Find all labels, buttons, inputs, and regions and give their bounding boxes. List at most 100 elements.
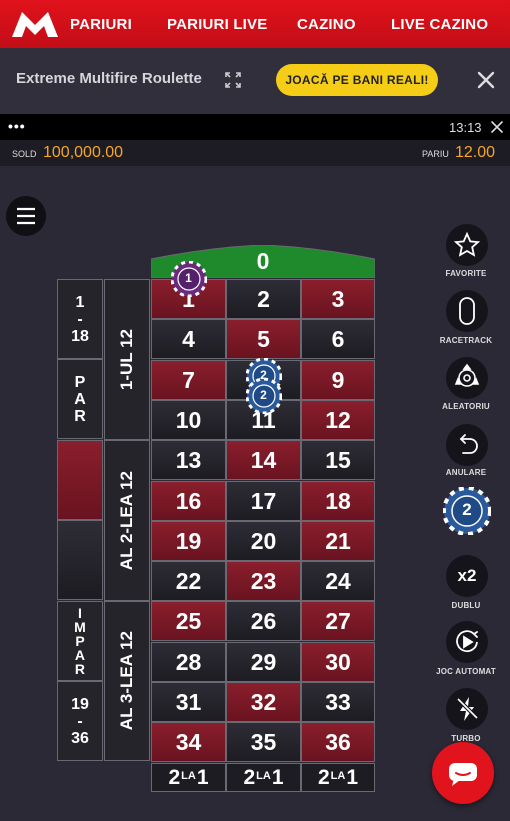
bet-label-char: 19 [71, 695, 89, 713]
autoplay-button[interactable] [446, 621, 488, 663]
number-cell[interactable]: 30 [301, 642, 375, 682]
nav-pariuri[interactable]: PARIURI [70, 16, 132, 33]
column-1-ratio-right: 1 [196, 765, 209, 789]
bet-label-char: R [74, 407, 86, 425]
number-cell[interactable]: 31 [151, 682, 226, 722]
random-bet-button[interactable] [446, 357, 488, 399]
number-cell[interactable]: 7 [151, 360, 226, 400]
selected-chip-value: 2 [462, 500, 472, 519]
column-3-ratio-mid: LA [330, 769, 346, 782]
number-cell[interactable]: 12 [301, 400, 375, 440]
bet-column-1[interactable]: 2 LA 1 [151, 763, 226, 792]
clock: 13:13 [449, 120, 482, 135]
column-1-ratio-mid: LA [181, 769, 196, 782]
autoplay-icon [456, 630, 478, 653]
number-cell[interactable]: 15 [301, 440, 375, 480]
column-2-ratio-left: 2 [243, 765, 256, 789]
undo-button[interactable] [446, 424, 488, 466]
racetrack-icon [459, 297, 475, 325]
bet-red[interactable] [57, 440, 103, 520]
chat-button[interactable] [432, 742, 494, 804]
nav-pariuri-live[interactable]: PARIURI LIVE [167, 16, 267, 33]
number-cell[interactable]: 16 [151, 481, 226, 521]
bet-high-19-36[interactable]: 19-36 [57, 681, 103, 761]
number-cell[interactable]: 19 [151, 521, 226, 561]
number-cell[interactable]: 27 [301, 601, 375, 641]
number-cell[interactable]: 32 [226, 682, 301, 722]
close-game-icon[interactable] [491, 121, 503, 133]
play-real-money-button[interactable]: JOACĂ PE BANI REALI! [276, 64, 438, 96]
chat-icon [449, 763, 477, 786]
number-cell[interactable]: 3 [301, 279, 375, 319]
number-cell[interactable]: 28 [151, 642, 226, 682]
undo-icon [459, 434, 478, 454]
bet-low-label: 1-18 [71, 294, 89, 345]
bet-odd[interactable]: IMPAR [57, 601, 103, 681]
app-root: { "nav": { "items": ["PARIURI", "PARIURI… [0, 0, 510, 821]
brand-logo[interactable] [10, 9, 60, 39]
bet-label-char: - [77, 712, 83, 730]
chip-icon[interactable]: 2 [245, 377, 282, 415]
nav-live-cazino[interactable]: LIVE CAZINO [391, 16, 488, 33]
favorite-button[interactable] [446, 224, 488, 266]
expand-icon[interactable] [225, 72, 241, 88]
bet-even[interactable]: PAR [57, 359, 103, 439]
star-icon [453, 231, 481, 257]
number-cell[interactable]: 6 [301, 319, 375, 359]
bet-dozen-1[interactable]: 1-UL 12 [104, 279, 150, 440]
bet-column-2[interactable]: 2 LA 1 [226, 763, 301, 792]
column-3-ratio-right: 1 [346, 765, 359, 789]
number-cell[interactable]: 17 [226, 481, 301, 521]
nav-cazino[interactable]: CAZINO [297, 16, 356, 33]
column-2-ratio-mid: LA [256, 769, 271, 782]
number-cell[interactable]: 9 [301, 360, 375, 400]
bet-high-label: 19-36 [71, 696, 89, 747]
number-cell[interactable]: 10 [151, 400, 226, 440]
bet-label-char: P [75, 633, 85, 649]
bet-label: PARIU [422, 149, 449, 159]
bet-black[interactable] [57, 520, 103, 600]
number-cell[interactable]: 20 [226, 521, 301, 561]
bet-label-char: A [74, 390, 86, 408]
number-cell[interactable]: 25 [151, 601, 226, 641]
number-cell[interactable]: 4 [151, 319, 226, 359]
game-title: Extreme Multifire Roulette [16, 70, 202, 87]
number-cell[interactable]: 22 [151, 561, 226, 601]
column-3-ratio-left: 2 [317, 765, 330, 789]
number-cell[interactable]: 21 [301, 521, 375, 561]
number-cell[interactable]: 2 [226, 279, 301, 319]
bet-column-3[interactable]: 2 LA 1 [301, 763, 375, 792]
number-cell[interactable]: 5 [226, 319, 301, 359]
bet-label-char: R [74, 661, 86, 677]
hamburger-icon [17, 207, 35, 225]
racetrack-button[interactable] [446, 290, 488, 332]
undo-label: ANULARE [445, 468, 487, 477]
number-cell[interactable]: 36 [301, 722, 375, 762]
chip-icon[interactable]: 1 [170, 260, 207, 298]
bet-value: 12.00 [455, 144, 496, 161]
number-cell[interactable]: 34 [151, 722, 226, 762]
bet-dozen-2[interactable]: AL 2-LEA 12 [104, 440, 150, 601]
column-1-ratio-left: 2 [168, 765, 181, 789]
number-cell[interactable]: 26 [226, 601, 301, 641]
close-icon[interactable] [476, 70, 496, 90]
more-options-icon[interactable]: ••• [8, 118, 26, 134]
number-cell[interactable]: 29 [226, 642, 301, 682]
bet-label-char: 1 [75, 293, 85, 311]
bet-label-char: 36 [71, 729, 89, 747]
double-button[interactable]: x2 [446, 555, 488, 597]
number-cell[interactable]: 13 [151, 440, 226, 480]
number-cell[interactable]: 24 [301, 561, 375, 601]
favorite-label: FAVORITE [445, 269, 487, 278]
number-cell[interactable]: 35 [226, 722, 301, 762]
number-cell[interactable]: 33 [301, 682, 375, 722]
turbo-button[interactable] [446, 688, 488, 730]
random-icon [454, 363, 480, 387]
number-cell[interactable]: 23 [226, 561, 301, 601]
bet-low-1-18[interactable]: 1-18 [57, 279, 103, 359]
bet-even-label: PAR [74, 374, 86, 425]
menu-button[interactable] [6, 196, 46, 236]
number-cell[interactable]: 14 [226, 440, 301, 480]
bet-dozen-3[interactable]: AL 3-LEA 12 [104, 601, 150, 761]
number-cell[interactable]: 18 [301, 481, 375, 521]
